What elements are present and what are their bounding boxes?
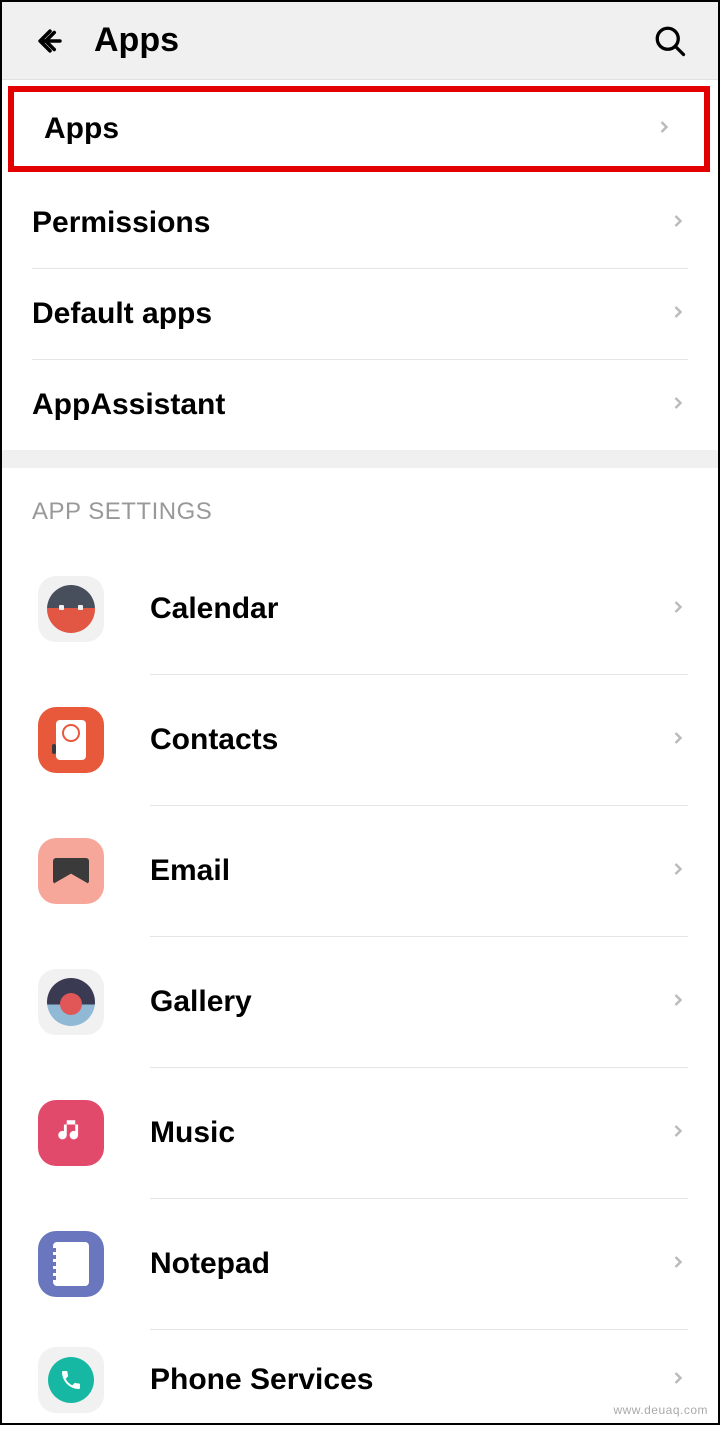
search-icon xyxy=(652,23,688,59)
email-icon xyxy=(38,838,104,904)
row-label: AppAssistant xyxy=(32,388,225,422)
row-label: Permissions xyxy=(32,206,210,240)
row-label: Apps xyxy=(44,112,119,146)
app-label: Phone Services xyxy=(150,1363,373,1397)
row-permissions[interactable]: Permissions xyxy=(2,178,718,268)
chevron-right-icon xyxy=(668,988,688,1017)
app-label: Calendar xyxy=(150,592,278,626)
section-spacer xyxy=(2,450,718,468)
chevron-right-icon xyxy=(668,391,688,420)
contacts-icon xyxy=(38,707,104,773)
row-label: Default apps xyxy=(32,297,212,331)
app-settings-list: Calendar Contacts Email Gallery Music No… xyxy=(2,544,718,1430)
calendar-icon xyxy=(38,576,104,642)
header-bar: Apps xyxy=(2,2,718,80)
music-icon xyxy=(38,1100,104,1166)
gallery-icon xyxy=(38,969,104,1035)
main-settings-list: Apps Permissions Default apps AppAssista… xyxy=(2,86,718,450)
chevron-right-icon xyxy=(668,1366,688,1395)
app-row-notepad[interactable]: Notepad xyxy=(2,1199,718,1329)
chevron-right-icon xyxy=(668,300,688,329)
section-header-app-settings: APP SETTINGS xyxy=(2,468,718,544)
app-row-music[interactable]: Music xyxy=(2,1068,718,1198)
row-appassistant[interactable]: AppAssistant xyxy=(2,360,718,450)
chevron-right-icon xyxy=(668,726,688,755)
chevron-right-icon xyxy=(668,595,688,624)
chevron-right-icon xyxy=(668,209,688,238)
app-row-email[interactable]: Email xyxy=(2,806,718,936)
chevron-right-icon xyxy=(668,857,688,886)
app-row-gallery[interactable]: Gallery xyxy=(2,937,718,1067)
row-default-apps[interactable]: Default apps xyxy=(2,269,718,359)
app-row-phone-services[interactable]: Phone Services xyxy=(2,1330,718,1430)
back-button[interactable] xyxy=(26,17,74,65)
back-arrow-icon xyxy=(33,24,67,58)
chevron-right-icon xyxy=(654,115,674,144)
phone-icon xyxy=(38,1347,104,1413)
app-label: Music xyxy=(150,1116,235,1150)
app-label: Email xyxy=(150,854,230,888)
app-label: Contacts xyxy=(150,723,278,757)
row-apps[interactable]: Apps xyxy=(8,86,710,172)
app-row-contacts[interactable]: Contacts xyxy=(2,675,718,805)
app-label: Gallery xyxy=(150,985,252,1019)
app-label: Notepad xyxy=(150,1247,270,1281)
chevron-right-icon xyxy=(668,1119,688,1148)
page-title: Apps xyxy=(94,21,179,60)
watermark: www.deuaq.com xyxy=(613,1403,708,1417)
notepad-icon xyxy=(38,1231,104,1297)
chevron-right-icon xyxy=(668,1250,688,1279)
app-row-calendar[interactable]: Calendar xyxy=(2,544,718,674)
search-button[interactable] xyxy=(646,17,694,65)
